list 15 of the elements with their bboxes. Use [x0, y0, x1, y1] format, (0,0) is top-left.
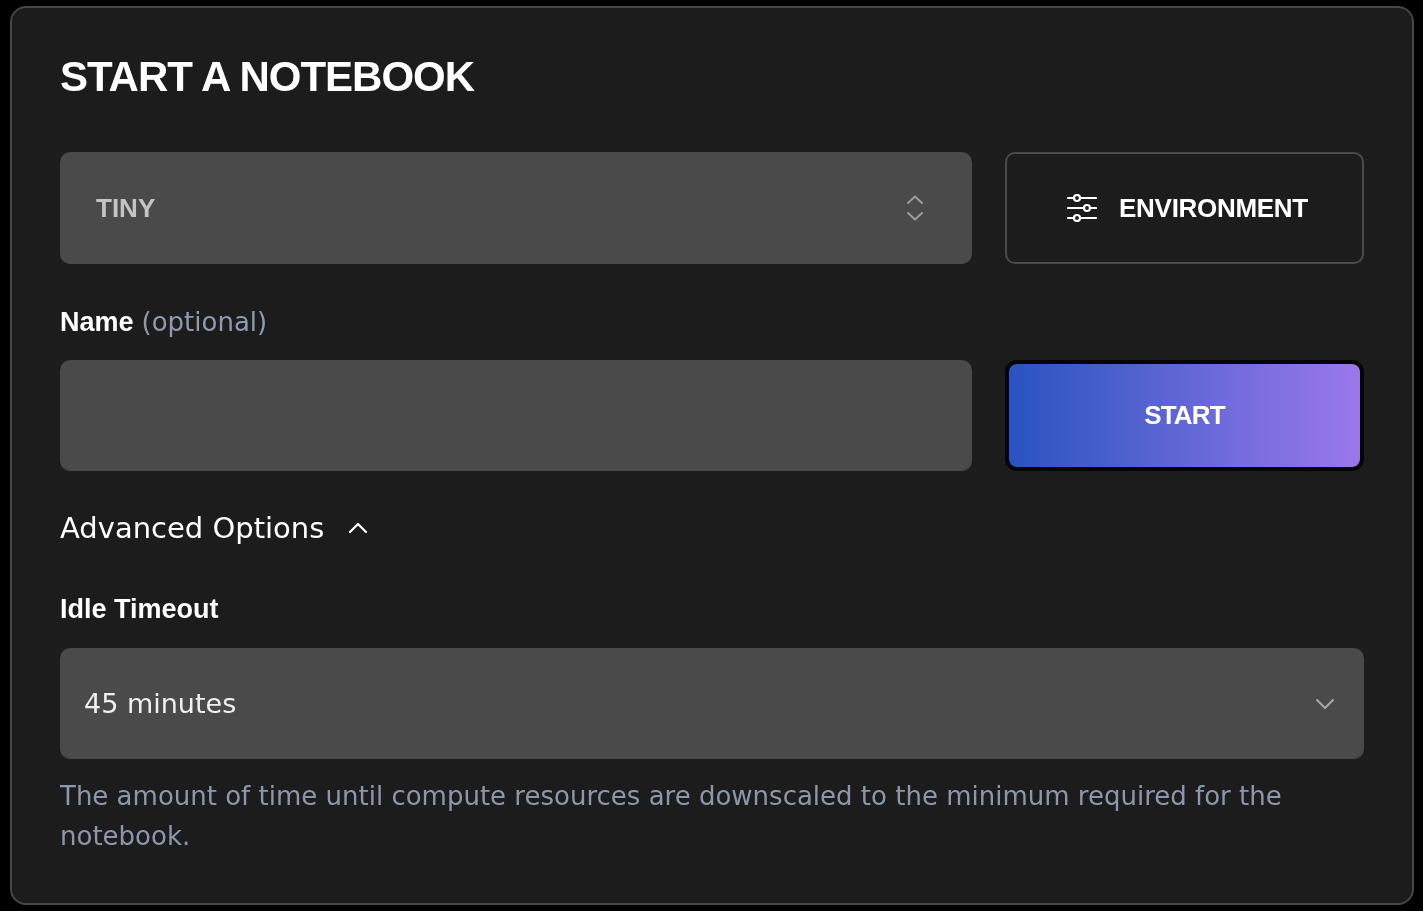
field-label: Idle Timeout: [60, 593, 219, 626]
advanced-options-toggle[interactable]: Advanced Options: [60, 508, 369, 548]
chevron-up-icon: [348, 522, 369, 534]
field-label: Name: [60, 306, 134, 339]
chevron-down-icon: [1315, 697, 1335, 710]
help-text: The amount of time until compute resources are downscaled to the minimum required for the notebook.: [60, 780, 1283, 853]
size-select[interactable]: TINY: [60, 152, 972, 264]
card-title: START A NOTEBOOK: [60, 53, 475, 101]
name-input[interactable]: [60, 360, 972, 471]
idle-timeout-select[interactable]: 45 minutes: [60, 648, 1364, 759]
start-button[interactable]: START: [1005, 360, 1364, 471]
sliders-icon: [1067, 194, 1098, 222]
up-down-chevron-icon: [906, 195, 924, 221]
optional-hint: (optional): [141, 306, 268, 339]
environment-button[interactable]: ENVIRONMENT: [1005, 152, 1364, 264]
